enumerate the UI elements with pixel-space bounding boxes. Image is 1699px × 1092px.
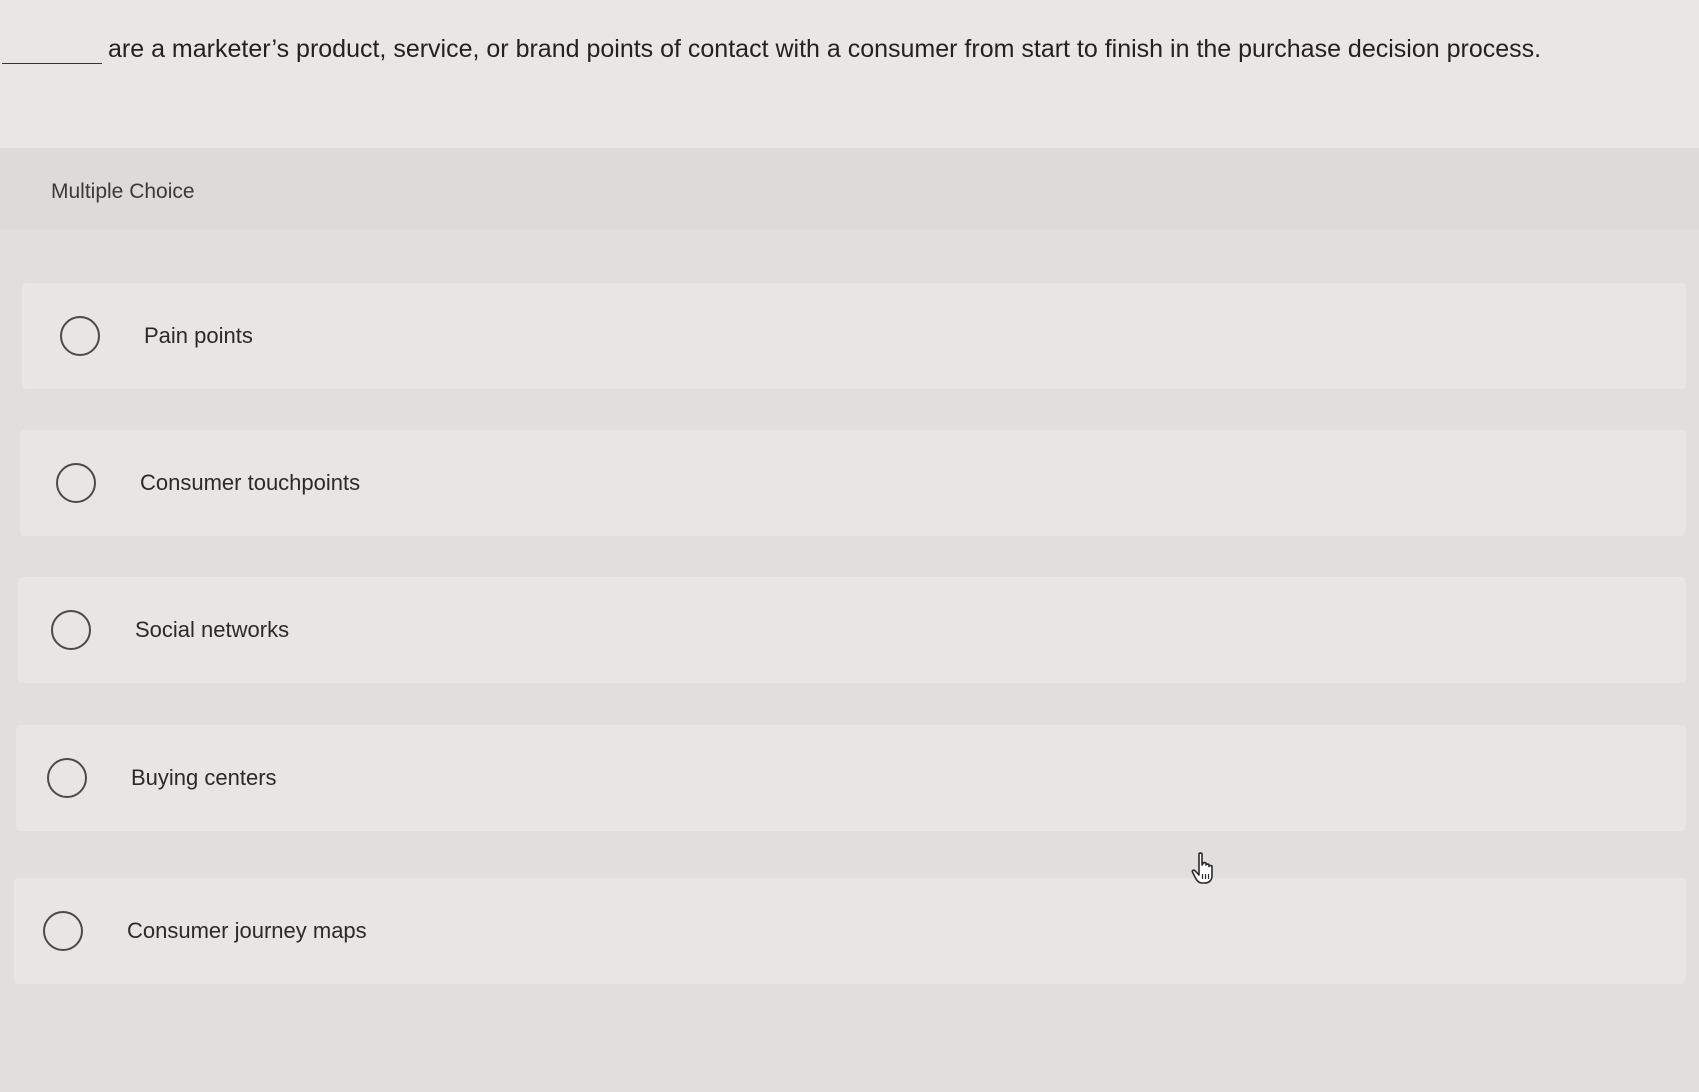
- question-stem: are a marketer’s product, service, or br…: [2, 34, 1682, 64]
- radio-unselected-icon[interactable]: [56, 463, 96, 503]
- radio-unselected-icon[interactable]: [60, 316, 100, 356]
- question-type-header: [0, 148, 1699, 230]
- option-consumer-journey-maps[interactable]: Consumer journey maps: [14, 878, 1686, 984]
- option-pain-points[interactable]: Pain points: [22, 283, 1686, 389]
- question-type-label: Multiple Choice: [51, 180, 195, 203]
- radio-unselected-icon[interactable]: [43, 911, 83, 951]
- option-label: Consumer journey maps: [127, 918, 367, 943]
- question-area: are a marketer’s product, service, or br…: [0, 0, 1699, 148]
- answer-blank: [2, 35, 102, 64]
- radio-unselected-icon[interactable]: [47, 758, 87, 798]
- question-text: are a marketer’s product, service, or br…: [108, 35, 1542, 63]
- hand-pointer-icon: [1191, 852, 1213, 884]
- option-buying-centers[interactable]: Buying centers: [16, 725, 1686, 831]
- option-consumer-touchpoints[interactable]: Consumer touchpoints: [20, 430, 1686, 536]
- option-social-networks[interactable]: Social networks: [18, 577, 1686, 683]
- option-label: Pain points: [144, 323, 253, 348]
- option-label: Buying centers: [131, 765, 277, 790]
- option-label: Consumer touchpoints: [140, 470, 361, 495]
- option-label: Social networks: [135, 617, 290, 642]
- radio-unselected-icon[interactable]: [51, 610, 91, 650]
